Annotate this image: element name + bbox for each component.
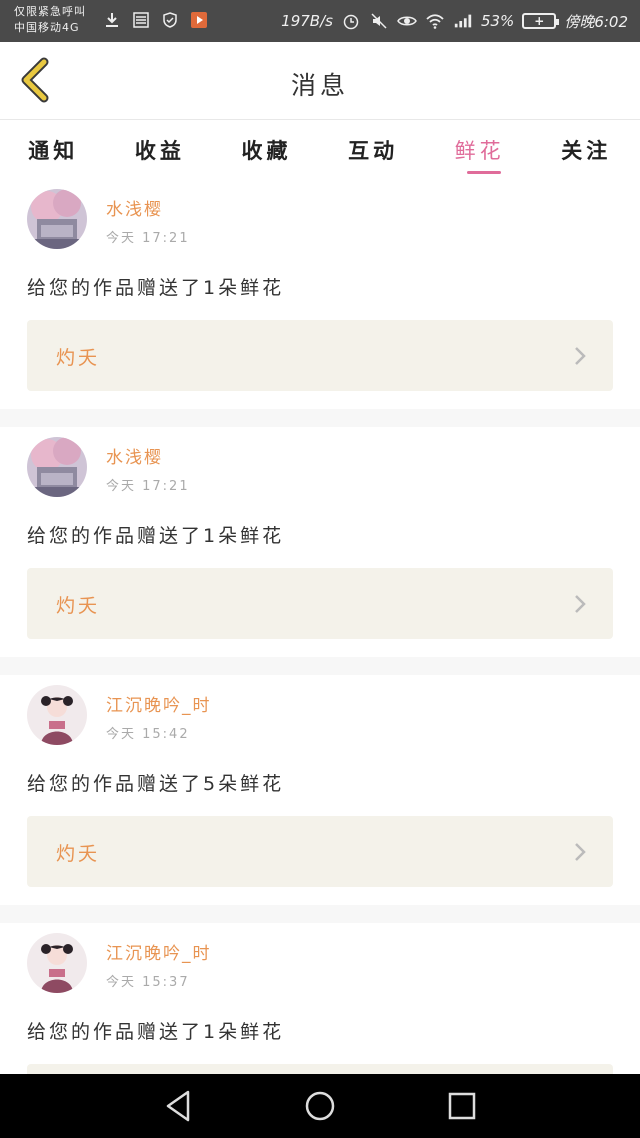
download-icon xyxy=(102,10,122,30)
carrier-text: 中国移动4G xyxy=(14,21,80,34)
storage-icon xyxy=(131,10,151,30)
tab-label: 通知 xyxy=(28,139,79,163)
video-app-icon xyxy=(189,10,209,30)
work-link[interactable]: 灼夭 xyxy=(27,1064,613,1074)
mute-icon xyxy=(369,11,389,31)
tab-interactions[interactable]: 互动 xyxy=(320,121,427,179)
sender-name[interactable]: 江沉晚吟_时 xyxy=(106,691,212,716)
tab-favorites[interactable]: 收藏 xyxy=(213,121,320,179)
timestamp: 今天 17:21 xyxy=(106,479,190,494)
message-text: 给您的作品赠送了1朵鲜花 xyxy=(27,277,285,299)
tab-notifications[interactable]: 通知 xyxy=(0,121,107,179)
message-text: 给您的作品赠送了1朵鲜花 xyxy=(27,1021,285,1043)
wifi-icon xyxy=(425,11,445,31)
battery-icon: + xyxy=(522,13,560,29)
timestamp: 今天 15:42 xyxy=(106,727,190,742)
tab-label: 关注 xyxy=(561,139,612,163)
tab-label: 收益 xyxy=(134,139,185,163)
list-item: 江沉晚吟_时 今天 15:42 给您的作品赠送了5朵鲜花 灼夭 xyxy=(0,675,640,905)
chevron-right-icon xyxy=(575,347,586,365)
sender-name[interactable]: 江沉晚吟_时 xyxy=(106,939,212,964)
status-bar: 仅限紧急呼叫 中国移动4G 197B/s 53% + 傍晚6:02 xyxy=(0,0,640,42)
timestamp: 今天 15:37 xyxy=(106,975,190,990)
app-header: 消息 xyxy=(0,42,640,120)
home-circle-icon[interactable] xyxy=(302,1088,338,1124)
avatar[interactable] xyxy=(27,685,87,745)
work-title: 灼夭 xyxy=(56,595,101,617)
system-status: 197B/s 53% + 傍晚6:02 xyxy=(281,0,628,42)
message-tabs: 通知 收益 收藏 互动 鲜花 关注 xyxy=(0,121,640,179)
battery-percent: 53% xyxy=(480,12,515,30)
work-link[interactable]: 灼夭 xyxy=(27,816,613,887)
alarm-icon xyxy=(341,11,361,31)
work-link[interactable]: 灼夭 xyxy=(27,568,613,639)
eye-icon xyxy=(397,11,417,31)
avatar[interactable] xyxy=(27,933,87,993)
work-title: 灼夭 xyxy=(56,347,101,369)
chevron-right-icon xyxy=(575,843,586,861)
tab-label: 收藏 xyxy=(241,139,292,163)
message-list[interactable]: 水浅樱 今天 17:21 给您的作品赠送了1朵鲜花 灼夭 水浅樱 今天 17:2… xyxy=(0,179,640,1074)
list-item: 水浅樱 今天 17:21 给您的作品赠送了1朵鲜花 灼夭 xyxy=(0,427,640,657)
timestamp: 今天 17:21 xyxy=(106,231,190,246)
active-tab-indicator xyxy=(467,171,502,174)
emergency-text: 仅限紧急呼叫 xyxy=(14,5,86,18)
recents-square-icon[interactable] xyxy=(444,1088,480,1124)
list-item: 水浅樱 今天 17:21 给您的作品赠送了1朵鲜花 灼夭 xyxy=(0,179,640,409)
carrier-info: 仅限紧急呼叫 中国移动4G xyxy=(14,4,86,36)
page-title: 消息 xyxy=(290,71,349,100)
back-triangle-icon[interactable] xyxy=(160,1088,196,1124)
signal-icon xyxy=(453,11,473,31)
tab-earnings[interactable]: 收益 xyxy=(107,121,214,179)
sender-name[interactable]: 水浅樱 xyxy=(106,195,163,220)
message-text: 给您的作品赠送了1朵鲜花 xyxy=(27,525,285,547)
avatar[interactable] xyxy=(27,189,87,249)
work-title: 灼夭 xyxy=(56,843,101,865)
tab-following[interactable]: 关注 xyxy=(533,121,640,179)
system-nav-bar xyxy=(0,1074,640,1138)
clock: 傍晚6:02 xyxy=(564,12,628,31)
tab-label: 鲜花 xyxy=(454,139,505,163)
notification-icons xyxy=(102,10,209,30)
tab-flowers[interactable]: 鲜花 xyxy=(426,121,533,179)
message-text: 给您的作品赠送了5朵鲜花 xyxy=(27,773,285,795)
shield-icon xyxy=(160,10,180,30)
chevron-right-icon xyxy=(575,595,586,613)
sender-name[interactable]: 水浅樱 xyxy=(106,443,163,468)
network-speed: 197B/s xyxy=(281,12,333,30)
tab-label: 互动 xyxy=(348,139,399,163)
work-link[interactable]: 灼夭 xyxy=(27,320,613,391)
avatar[interactable] xyxy=(27,437,87,497)
list-item: 江沉晚吟_时 今天 15:37 给您的作品赠送了1朵鲜花 灼夭 xyxy=(0,923,640,1074)
